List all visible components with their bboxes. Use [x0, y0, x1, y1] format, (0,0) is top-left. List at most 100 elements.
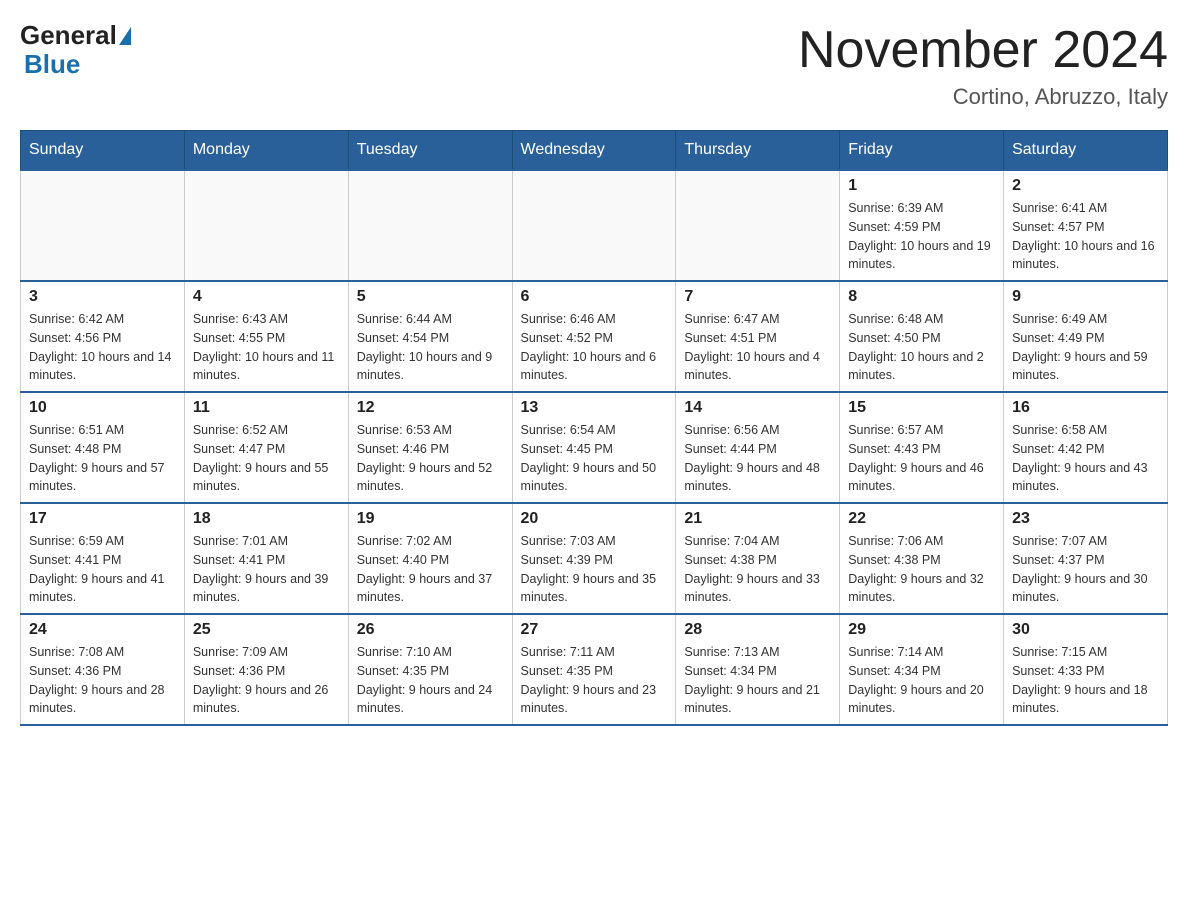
day-info: Sunrise: 6:41 AMSunset: 4:57 PMDaylight:…: [1012, 199, 1159, 274]
calendar-cell: 13Sunrise: 6:54 AMSunset: 4:45 PMDayligh…: [512, 392, 676, 503]
day-number: 5: [357, 288, 504, 306]
day-number: 6: [521, 288, 668, 306]
day-number: 1: [848, 177, 995, 195]
calendar-cell: 17Sunrise: 6:59 AMSunset: 4:41 PMDayligh…: [21, 503, 185, 614]
day-info: Sunrise: 7:09 AMSunset: 4:36 PMDaylight:…: [193, 643, 340, 718]
day-number: 22: [848, 510, 995, 528]
calendar-cell: 8Sunrise: 6:48 AMSunset: 4:50 PMDaylight…: [840, 281, 1004, 392]
weekday-header-thursday: Thursday: [676, 131, 840, 171]
calendar-week-row: 3 Sunrise: 6:42 AMSunset: 4:56 PMDaylight…: [21, 281, 1168, 392]
calendar-cell: 19 Sunrise: 7:02 AMSunset: 4:40 PMDayligh…: [348, 503, 512, 614]
day-number: 21: [684, 510, 831, 528]
calendar-cell: 21 Sunrise: 7:04 AMSunset: 4:38 PMDayligh…: [676, 503, 840, 614]
day-info: Sunrise: 6:42 AMSunset: 4:56 PMDaylight:…: [29, 310, 176, 385]
day-info: Sunrise: 7:07 AMSunset: 4:37 PMDaylight:…: [1012, 532, 1159, 607]
day-number: 3: [29, 288, 176, 306]
weekday-header-friday: Friday: [840, 131, 1004, 171]
day-info: Sunrise: 6:56 AMSunset: 4:44 PMDaylight:…: [684, 421, 831, 496]
day-info: Sunrise: 7:11 AMSunset: 4:35 PMDaylight:…: [521, 643, 668, 718]
day-number: 30: [1012, 621, 1159, 639]
day-info: Sunrise: 6:51 AMSunset: 4:48 PMDaylight:…: [29, 421, 176, 496]
calendar-cell: 7 Sunrise: 6:47 AMSunset: 4:51 PMDaylight…: [676, 281, 840, 392]
day-info: Sunrise: 6:39 AMSunset: 4:59 PMDaylight:…: [848, 199, 995, 274]
day-info: Sunrise: 6:46 AMSunset: 4:52 PMDaylight:…: [521, 310, 668, 385]
calendar-cell: 20Sunrise: 7:03 AMSunset: 4:39 PMDayligh…: [512, 503, 676, 614]
location-text: Cortino, Abruzzo, Italy: [798, 84, 1168, 110]
day-info: Sunrise: 6:49 AMSunset: 4:49 PMDaylight:…: [1012, 310, 1159, 385]
calendar-cell: 5 Sunrise: 6:44 AMSunset: 4:54 PMDaylight…: [348, 281, 512, 392]
day-number: 23: [1012, 510, 1159, 528]
calendar-cell: 4 Sunrise: 6:43 AMSunset: 4:55 PMDaylight…: [184, 281, 348, 392]
day-info: Sunrise: 7:15 AMSunset: 4:33 PMDaylight:…: [1012, 643, 1159, 718]
logo-blue-text: Blue: [24, 49, 131, 80]
day-info: Sunrise: 7:10 AMSunset: 4:35 PMDaylight:…: [357, 643, 504, 718]
calendar-cell: 30 Sunrise: 7:15 AMSunset: 4:33 PMDayligh…: [1004, 614, 1168, 725]
day-number: 19: [357, 510, 504, 528]
day-info: Sunrise: 6:47 AMSunset: 4:51 PMDaylight:…: [684, 310, 831, 385]
day-number: 16: [1012, 399, 1159, 417]
calendar-cell: 11 Sunrise: 6:52 AMSunset: 4:47 PMDayligh…: [184, 392, 348, 503]
day-info: Sunrise: 7:04 AMSunset: 4:38 PMDaylight:…: [684, 532, 831, 607]
calendar-cell: 23 Sunrise: 7:07 AMSunset: 4:37 PMDayligh…: [1004, 503, 1168, 614]
calendar-cell: 28 Sunrise: 7:13 AMSunset: 4:34 PMDayligh…: [676, 614, 840, 725]
day-info: Sunrise: 7:02 AMSunset: 4:40 PMDaylight:…: [357, 532, 504, 607]
title-section: November 2024 Cortino, Abruzzo, Italy: [798, 20, 1168, 110]
day-info: Sunrise: 7:08 AMSunset: 4:36 PMDaylight:…: [29, 643, 176, 718]
day-info: Sunrise: 6:43 AMSunset: 4:55 PMDaylight:…: [193, 310, 340, 385]
calendar-cell: 1 Sunrise: 6:39 AMSunset: 4:59 PMDaylight…: [840, 170, 1004, 281]
calendar-cell: [21, 170, 185, 281]
weekday-header-sunday: Sunday: [21, 131, 185, 171]
day-number: 9: [1012, 288, 1159, 306]
day-info: Sunrise: 6:58 AMSunset: 4:42 PMDaylight:…: [1012, 421, 1159, 496]
calendar-cell: 29Sunrise: 7:14 AMSunset: 4:34 PMDayligh…: [840, 614, 1004, 725]
calendar-cell: 26 Sunrise: 7:10 AMSunset: 4:35 PMDayligh…: [348, 614, 512, 725]
day-info: Sunrise: 7:13 AMSunset: 4:34 PMDaylight:…: [684, 643, 831, 718]
day-info: Sunrise: 6:52 AMSunset: 4:47 PMDaylight:…: [193, 421, 340, 496]
calendar-cell: 14 Sunrise: 6:56 AMSunset: 4:44 PMDayligh…: [676, 392, 840, 503]
weekday-header-saturday: Saturday: [1004, 131, 1168, 171]
day-info: Sunrise: 6:44 AMSunset: 4:54 PMDaylight:…: [357, 310, 504, 385]
day-number: 28: [684, 621, 831, 639]
month-title: November 2024: [798, 20, 1168, 80]
day-number: 14: [684, 399, 831, 417]
calendar-week-row: 1 Sunrise: 6:39 AMSunset: 4:59 PMDaylight…: [21, 170, 1168, 281]
weekday-header-tuesday: Tuesday: [348, 131, 512, 171]
day-number: 26: [357, 621, 504, 639]
calendar-cell: 3 Sunrise: 6:42 AMSunset: 4:56 PMDaylight…: [21, 281, 185, 392]
day-number: 25: [193, 621, 340, 639]
calendar-cell: [184, 170, 348, 281]
day-number: 27: [521, 621, 668, 639]
day-info: Sunrise: 7:03 AMSunset: 4:39 PMDaylight:…: [521, 532, 668, 607]
calendar-week-row: 10 Sunrise: 6:51 AMSunset: 4:48 PMDayligh…: [21, 392, 1168, 503]
day-number: 15: [848, 399, 995, 417]
day-number: 24: [29, 621, 176, 639]
calendar-cell: 6 Sunrise: 6:46 AMSunset: 4:52 PMDaylight…: [512, 281, 676, 392]
logo-triangle-icon: [119, 27, 131, 45]
calendar-cell: 27 Sunrise: 7:11 AMSunset: 4:35 PMDayligh…: [512, 614, 676, 725]
day-number: 18: [193, 510, 340, 528]
calendar-cell: 9 Sunrise: 6:49 AMSunset: 4:49 PMDaylight…: [1004, 281, 1168, 392]
calendar-table: SundayMondayTuesdayWednesdayThursdayFrid…: [20, 130, 1168, 726]
calendar-cell: 10 Sunrise: 6:51 AMSunset: 4:48 PMDayligh…: [21, 392, 185, 503]
logo-general-text: General: [20, 20, 117, 51]
day-number: 2: [1012, 177, 1159, 195]
calendar-week-row: 24 Sunrise: 7:08 AMSunset: 4:36 PMDayligh…: [21, 614, 1168, 725]
day-info: Sunrise: 7:14 AMSunset: 4:34 PMDaylight:…: [848, 643, 995, 718]
day-number: 7: [684, 288, 831, 306]
calendar-cell: 24 Sunrise: 7:08 AMSunset: 4:36 PMDayligh…: [21, 614, 185, 725]
day-info: Sunrise: 6:54 AMSunset: 4:45 PMDaylight:…: [521, 421, 668, 496]
calendar-cell: 16 Sunrise: 6:58 AMSunset: 4:42 PMDayligh…: [1004, 392, 1168, 503]
calendar-cell: 2 Sunrise: 6:41 AMSunset: 4:57 PMDaylight…: [1004, 170, 1168, 281]
day-number: 11: [193, 399, 340, 417]
day-number: 12: [357, 399, 504, 417]
page-header: General Blue November 2024 Cortino, Abru…: [20, 20, 1168, 110]
day-info: Sunrise: 6:48 AMSunset: 4:50 PMDaylight:…: [848, 310, 995, 385]
day-info: Sunrise: 6:53 AMSunset: 4:46 PMDaylight:…: [357, 421, 504, 496]
calendar-week-row: 17Sunrise: 6:59 AMSunset: 4:41 PMDayligh…: [21, 503, 1168, 614]
day-number: 4: [193, 288, 340, 306]
calendar-cell: [512, 170, 676, 281]
calendar-cell: 18Sunrise: 7:01 AMSunset: 4:41 PMDayligh…: [184, 503, 348, 614]
logo: General Blue: [20, 20, 131, 80]
day-number: 10: [29, 399, 176, 417]
calendar-cell: 22Sunrise: 7:06 AMSunset: 4:38 PMDayligh…: [840, 503, 1004, 614]
